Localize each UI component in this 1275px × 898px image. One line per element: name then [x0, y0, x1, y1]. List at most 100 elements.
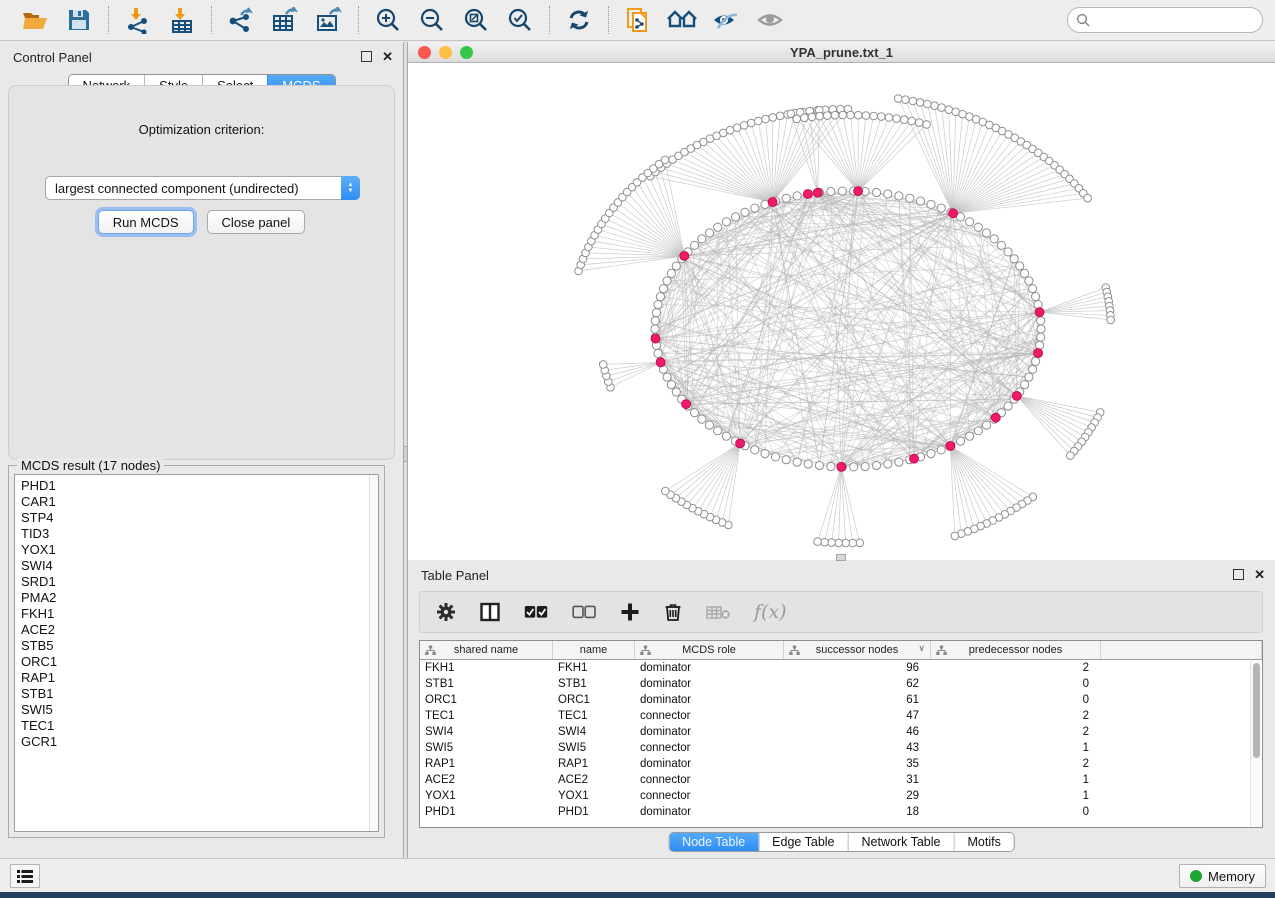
mcds-result-item[interactable]: PMA2	[21, 590, 378, 606]
float-panel-icon[interactable]	[361, 51, 372, 62]
table-row[interactable]: YOX1YOX1connector291	[420, 788, 1262, 804]
run-mcds-button[interactable]: Run MCDS	[98, 210, 194, 234]
open-file-icon[interactable]	[20, 6, 50, 34]
mcds-result-item[interactable]: YOX1	[21, 542, 378, 558]
close-panel-button[interactable]: Close panel	[207, 210, 306, 234]
mcds-result-item[interactable]: RAP1	[21, 670, 378, 686]
table-row[interactable]: TEC1TEC1connector472	[420, 708, 1262, 724]
cell-predecessor-nodes: 2	[931, 710, 1101, 722]
column-header-MCDS-role[interactable]: MCDS role	[635, 641, 784, 659]
mcds-result-item[interactable]: FKH1	[21, 606, 378, 622]
minimize-window-icon[interactable]	[439, 46, 452, 59]
cell-name: PHD1	[553, 806, 635, 818]
clear-checkboxes-icon[interactable]	[572, 605, 596, 619]
export-image-icon[interactable]	[314, 6, 344, 34]
task-history-button[interactable]	[10, 864, 40, 888]
column-header-name[interactable]: name	[553, 641, 635, 659]
criterion-dropdown[interactable]: largest connected component (undirected)…	[45, 176, 360, 200]
cell-MCDS-role: dominator	[635, 662, 784, 674]
show-hidden-icon[interactable]	[755, 6, 785, 34]
close-window-icon[interactable]	[418, 46, 431, 59]
table-row[interactable]: SWI5SWI5connector431	[420, 740, 1262, 756]
zoom-out-icon[interactable]	[417, 6, 447, 34]
tab-motifs[interactable]: Motifs	[953, 833, 1013, 851]
mcds-result-item[interactable]: PHD1	[21, 478, 378, 494]
add-column-icon[interactable]	[620, 602, 640, 622]
control-panel-title: Control Panel	[13, 50, 92, 65]
zoom-group	[358, 6, 549, 34]
close-table-panel-icon[interactable]: ✕	[1254, 569, 1265, 580]
import-table-icon[interactable]	[167, 6, 197, 34]
mcds-result-item[interactable]: STP4	[21, 510, 378, 526]
split-columns-icon[interactable]	[480, 602, 500, 622]
tab-network-table[interactable]: Network Table	[848, 833, 954, 851]
table-row[interactable]: ORC1ORC1dominator610	[420, 692, 1262, 708]
horizontal-splitter-grip[interactable]	[836, 554, 846, 561]
cell-shared-name: SWI4	[420, 726, 553, 738]
duplicate-network-icon[interactable]	[623, 6, 653, 34]
delete-column-icon[interactable]	[664, 602, 682, 622]
table-scrollbar[interactable]	[1250, 661, 1261, 826]
mcds-result-item[interactable]: TEC1	[21, 718, 378, 734]
table-row[interactable]: RAP1RAP1dominator352	[420, 756, 1262, 772]
tab-node-table[interactable]: Node Table	[669, 833, 758, 851]
table-row[interactable]: ACE2ACE2connector311	[420, 772, 1262, 788]
mcds-result-item[interactable]: STB1	[21, 686, 378, 702]
search-icon	[1076, 13, 1090, 27]
optimization-criterion-label: Optimization criterion:	[9, 122, 394, 137]
main-toolbar	[0, 0, 1275, 41]
table-scrollbar-thumb[interactable]	[1253, 663, 1260, 758]
cell-successor-nodes: 43	[784, 742, 931, 754]
maximize-window-icon[interactable]	[460, 46, 473, 59]
zoom-fit-icon[interactable]	[461, 6, 491, 34]
cell-shared-name: RAP1	[420, 758, 553, 770]
mcds-result-item[interactable]: ORC1	[21, 654, 378, 670]
settings-gear-icon[interactable]	[436, 602, 456, 622]
save-session-icon[interactable]	[64, 6, 94, 34]
mcds-result-list[interactable]: PHD1CAR1STP4TID3YOX1SWI4SRD1PMA2FKH1ACE2…	[14, 474, 379, 832]
network-view-window: YPA_prune.txt_1	[408, 42, 1275, 560]
tab-edge-table[interactable]: Edge Table	[758, 833, 847, 851]
cell-MCDS-role: dominator	[635, 678, 784, 690]
show-all-panels-icon[interactable]	[667, 6, 697, 34]
mcds-result-item[interactable]: SWI4	[21, 558, 378, 574]
column-header-shared-name[interactable]: shared name	[420, 641, 553, 659]
search-field[interactable]	[1067, 7, 1263, 33]
column-header-successor-nodes[interactable]: successor nodes∨	[784, 641, 931, 659]
memory-button[interactable]: Memory	[1179, 864, 1266, 888]
mcds-result-item[interactable]: SWI5	[21, 702, 378, 718]
table-row[interactable]: PHD1PHD1dominator180	[420, 804, 1262, 820]
table-row[interactable]: SWI4SWI4dominator462	[420, 724, 1262, 740]
mcds-result-item[interactable]: ACE2	[21, 622, 378, 638]
search-input[interactable]	[1095, 13, 1254, 27]
table-row[interactable]: FKH1FKH1dominator962	[420, 660, 1262, 676]
result-list-scrollbar[interactable]	[369, 475, 378, 831]
mcds-result-item[interactable]: GCR1	[21, 734, 378, 750]
column-header-predecessor-nodes[interactable]: predecessor nodes	[931, 641, 1101, 659]
mcds-result-item[interactable]: STB5	[21, 638, 378, 654]
import-network-icon[interactable]	[123, 6, 153, 34]
table-row[interactable]: STB1STB1dominator620	[420, 676, 1262, 692]
export-network-icon[interactable]	[226, 6, 256, 34]
mcds-result-item[interactable]: CAR1	[21, 494, 378, 510]
zoom-in-icon[interactable]	[373, 6, 403, 34]
cell-successor-nodes: 35	[784, 758, 931, 770]
cell-name: FKH1	[553, 662, 635, 674]
mcds-result-item[interactable]: SRD1	[21, 574, 378, 590]
close-panel-icon[interactable]: ✕	[382, 51, 393, 62]
export-group	[211, 6, 358, 34]
table-toolbar: f(x)	[419, 591, 1263, 633]
cell-successor-nodes: 29	[784, 790, 931, 802]
mcds-result-item[interactable]: TID3	[21, 526, 378, 542]
export-table-icon[interactable]	[270, 6, 300, 34]
float-table-panel-icon[interactable]	[1233, 569, 1244, 580]
refresh-layout-icon[interactable]	[564, 6, 594, 34]
network-graph[interactable]	[408, 63, 1275, 560]
select-all-checkboxes-icon[interactable]	[524, 605, 548, 619]
cell-name: TEC1	[553, 710, 635, 722]
network-canvas[interactable]	[408, 63, 1275, 560]
delete-table-icon	[706, 605, 730, 620]
hide-selected-icon[interactable]	[711, 6, 741, 34]
node-table: shared namenameMCDS rolesuccessor nodes∨…	[419, 640, 1263, 828]
zoom-selected-icon[interactable]	[505, 6, 535, 34]
